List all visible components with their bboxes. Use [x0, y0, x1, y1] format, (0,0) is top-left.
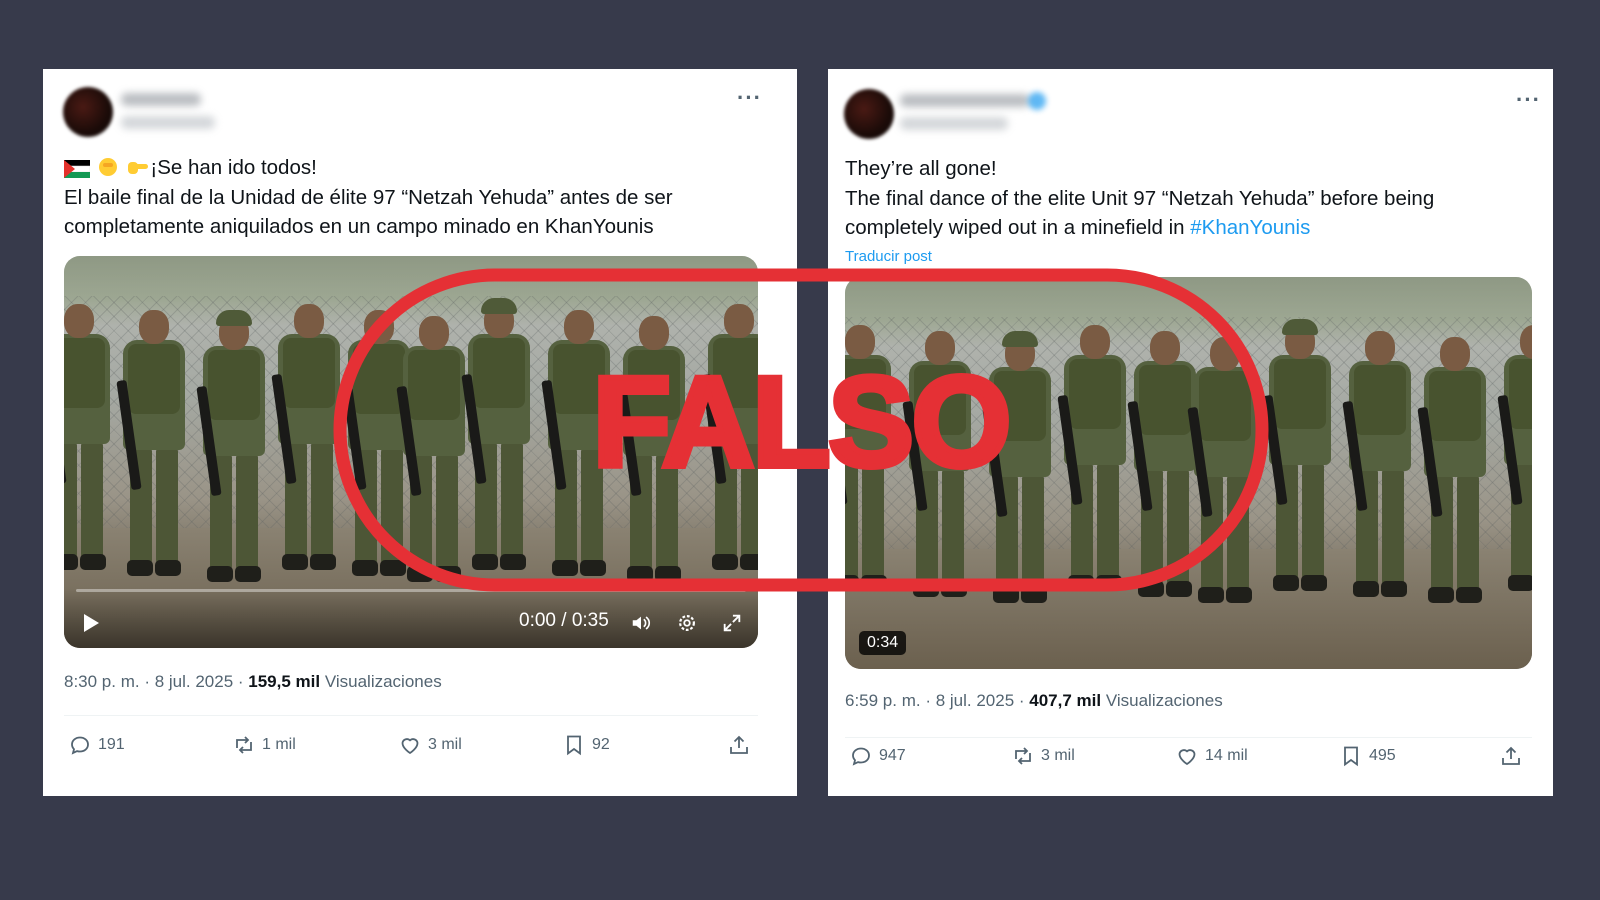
post-timestamp[interactable]: 6:59 p. m. · 8 jul. 2025 · — [845, 691, 1029, 710]
blurred-display-name[interactable] — [121, 93, 201, 106]
soldier-figure — [64, 304, 114, 574]
tweet-line-1: They’re all gone! — [845, 157, 997, 180]
blurred-handle[interactable] — [121, 116, 215, 129]
soldier-figure — [196, 310, 269, 586]
avatar[interactable] — [844, 89, 894, 139]
bookmark-button[interactable]: 92 — [562, 733, 610, 757]
soldier-figure — [461, 298, 534, 574]
pointing-right-icon — [128, 162, 149, 174]
tweet-text: They’re all gone! The final dance of the… — [845, 154, 1434, 243]
more-options-icon[interactable]: ··· — [1516, 89, 1541, 111]
post-metadata: 6:59 p. m. · 8 jul. 2025 · 407,7 mil Vis… — [845, 691, 1223, 711]
tweet-line-1-text: ¡Se han ido todos! — [150, 156, 317, 179]
bookmark-count: 495 — [1369, 747, 1396, 764]
bookmark-icon — [1344, 746, 1358, 767]
repost-button[interactable]: 1 mil — [232, 733, 296, 757]
video-progress-bar[interactable] — [76, 589, 746, 592]
soldier-figure — [982, 331, 1055, 607]
like-button[interactable]: 3 mil — [398, 733, 462, 757]
volume-icon[interactable] — [630, 612, 652, 634]
soldier-figure — [845, 325, 895, 595]
bookmark-button[interactable]: 495 — [1339, 744, 1396, 768]
tweet-line-1: ¡Se han ido todos! — [64, 153, 673, 183]
soldier-figure — [1187, 337, 1260, 607]
blurred-handle[interactable] — [900, 117, 1008, 130]
divider — [845, 737, 1532, 738]
reply-count: 191 — [98, 736, 125, 753]
video-player[interactable]: 0:34 — [845, 277, 1532, 669]
soldier-figure — [1342, 331, 1415, 601]
soldier-figure — [541, 310, 614, 580]
heart-icon — [1178, 749, 1196, 766]
video-time: 0:00 / 0:35 — [519, 610, 609, 631]
soldier-figure — [271, 304, 344, 574]
tweet-line-3-text: completely wiped out in a minefield in — [845, 216, 1191, 239]
video-duration-badge: 0:34 — [859, 631, 907, 655]
views-count: 407,7 mil — [1029, 691, 1102, 710]
repost-count: 3 mil — [1041, 747, 1075, 764]
verified-badge-icon — [1028, 92, 1046, 110]
like-button[interactable]: 14 mil — [1175, 744, 1248, 768]
reply-icon — [71, 736, 89, 755]
divider — [64, 715, 758, 716]
reply-button[interactable]: 191 — [68, 733, 125, 757]
soldier-figure — [701, 304, 758, 574]
tweet-line-3: completamente aniquilados en un campo mi… — [64, 215, 654, 238]
palestine-flag-icon — [64, 160, 90, 178]
like-count: 14 mil — [1205, 747, 1248, 764]
share-icon — [730, 735, 748, 754]
share-button[interactable] — [1499, 744, 1523, 768]
like-count: 3 mil — [428, 736, 462, 753]
soldier-figure — [396, 316, 469, 586]
post-timestamp[interactable]: 8:30 p. m. · 8 jul. 2025 · — [64, 672, 248, 691]
blurred-display-name[interactable] — [900, 94, 1030, 107]
post-metadata: 8:30 p. m. · 8 jul. 2025 · 159,5 mil Vis… — [64, 672, 442, 692]
fullscreen-icon[interactable] — [721, 612, 743, 634]
bookmark-count: 92 — [592, 736, 610, 753]
soldier-figure — [1417, 337, 1490, 607]
share-icon — [1502, 746, 1520, 765]
raised-fist-icon — [98, 158, 117, 176]
tweet-line-3: completely wiped out in a minefield in #… — [845, 213, 1434, 243]
reply-button[interactable]: 947 — [849, 744, 906, 768]
settings-gear-icon[interactable] — [676, 612, 698, 634]
repost-button[interactable]: 3 mil — [1011, 744, 1075, 768]
tweet-line-2: El baile final de la Unidad de élite 97 … — [64, 185, 673, 209]
reply-icon — [852, 747, 870, 766]
soldier-figure — [616, 316, 689, 586]
repost-icon — [236, 736, 252, 754]
video-controls: 0:00 / 0:35 — [64, 588, 758, 648]
post-card-left: ··· ¡Se han ido todos! El baile final de… — [43, 69, 797, 796]
tweet-line-2: The final dance of the elite Unit 97 “Ne… — [845, 186, 1435, 210]
soldier-figure — [1497, 325, 1532, 595]
views-label: Visualizaciones — [324, 672, 442, 691]
avatar[interactable] — [63, 87, 113, 137]
views-count: 159,5 mil — [248, 672, 321, 691]
translate-post-link[interactable]: Traducir post — [845, 248, 932, 265]
soldier-figure — [1262, 319, 1335, 595]
tweet-text: ¡Se han ido todos! El baile final de la … — [64, 153, 673, 242]
soldier-figure — [1057, 325, 1130, 595]
bookmark-icon — [567, 735, 581, 756]
play-icon[interactable] — [84, 614, 99, 632]
views-label: Visualizaciones — [1105, 691, 1223, 710]
repost-icon — [1015, 747, 1031, 765]
heart-icon — [401, 738, 419, 755]
soldier-figure — [116, 310, 189, 580]
post-card-right: ··· They’re all gone! The final dance of… — [828, 69, 1553, 796]
repost-count: 1 mil — [262, 736, 296, 753]
hashtag-link[interactable]: #KhanYounis — [1190, 216, 1310, 239]
reply-count: 947 — [879, 747, 906, 764]
share-button[interactable] — [727, 733, 751, 757]
more-options-icon[interactable]: ··· — [737, 87, 762, 109]
soldier-figure — [902, 331, 975, 601]
video-player[interactable]: 0:00 / 0:35 — [64, 256, 758, 648]
